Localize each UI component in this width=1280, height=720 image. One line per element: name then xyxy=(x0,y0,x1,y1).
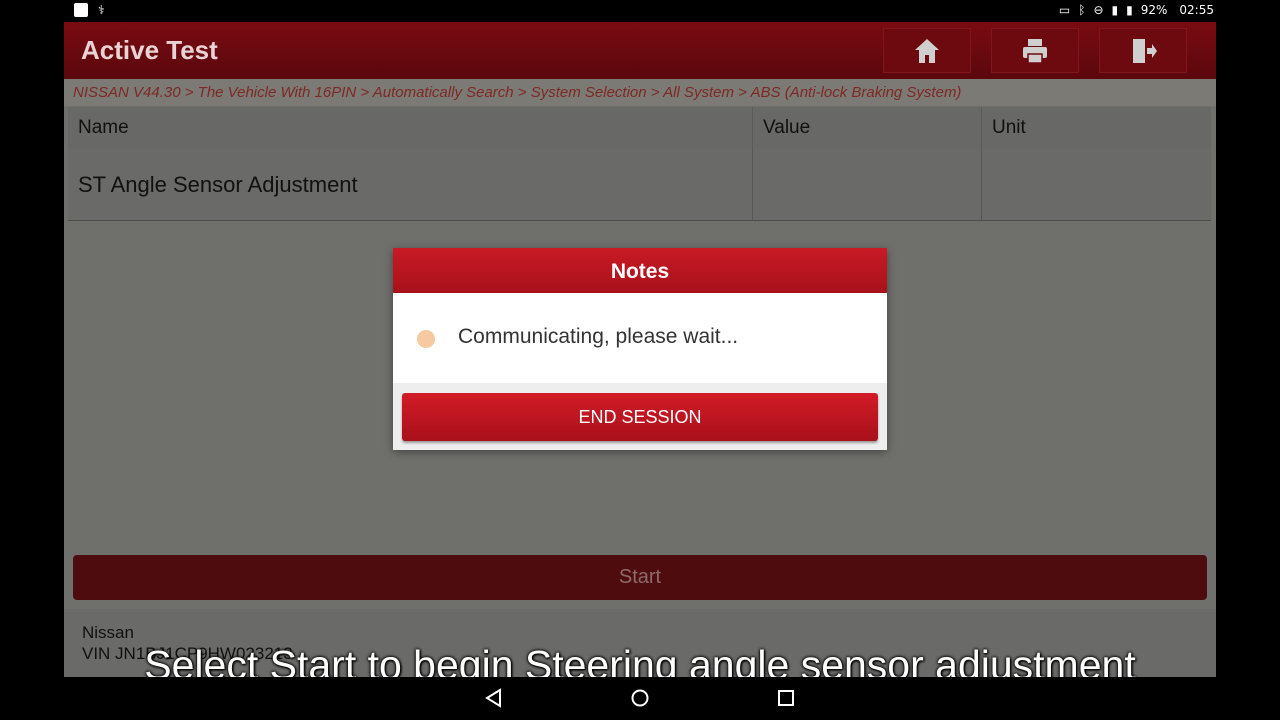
clock: 02:55 xyxy=(1179,3,1214,17)
recents-icon[interactable] xyxy=(775,687,797,709)
header-bar: Active Test xyxy=(64,22,1216,79)
loading-spinner-icon xyxy=(417,330,435,348)
print-button[interactable] xyxy=(991,28,1079,73)
row-unit xyxy=(982,149,1211,220)
data-table: Name Value Unit ST Angle Sensor Adjustme… xyxy=(68,107,1211,221)
column-header-value: Value xyxy=(753,107,982,149)
row-value xyxy=(753,149,982,220)
row-name: ST Angle Sensor Adjustment xyxy=(68,149,753,220)
signal-icon: ▮ xyxy=(1111,3,1119,17)
column-header-unit: Unit xyxy=(992,117,1026,138)
dnd-icon: ⊖ xyxy=(1093,3,1104,17)
start-button[interactable]: Start xyxy=(73,555,1207,600)
dialog-message: Communicating, please wait... xyxy=(458,325,739,348)
vehicle-make: Nissan xyxy=(82,623,134,642)
cast-icon: ▭ xyxy=(1058,3,1071,17)
column-header-name: Name xyxy=(68,107,753,149)
bluetooth-icon: ᛒ xyxy=(1078,3,1086,17)
stethoscope-icon: ⚕ xyxy=(98,3,105,17)
home-nav-icon[interactable] xyxy=(629,687,651,709)
dialog-title: Notes xyxy=(393,248,887,293)
printer-icon xyxy=(1023,38,1047,64)
table-header: Name Value Unit xyxy=(68,107,1211,149)
dialog-body: Communicating, please wait... xyxy=(393,293,887,383)
back-icon[interactable] xyxy=(483,687,505,709)
navigation-bar xyxy=(0,677,1280,720)
home-button[interactable] xyxy=(883,28,971,73)
table-row[interactable]: ST Angle Sensor Adjustment xyxy=(68,149,1211,221)
exit-icon xyxy=(1133,38,1157,63)
battery-level: 92% xyxy=(1140,3,1168,17)
exit-button[interactable] xyxy=(1099,28,1187,73)
breadcrumb: NISSAN V44.30 > The Vehicle With 16PIN >… xyxy=(64,79,1216,106)
status-bar: ⚕ ▭ ᛒ ⊖ ▮ ▮ 92% 02:55 xyxy=(0,0,1280,22)
notification-square-icon xyxy=(74,3,88,17)
end-session-button[interactable]: END SESSION xyxy=(402,393,878,441)
page-title: Active Test xyxy=(81,35,218,65)
notes-dialog: Notes Communicating, please wait... END … xyxy=(393,248,887,450)
battery-icon: ▮ xyxy=(1126,3,1133,17)
home-icon xyxy=(915,38,939,63)
